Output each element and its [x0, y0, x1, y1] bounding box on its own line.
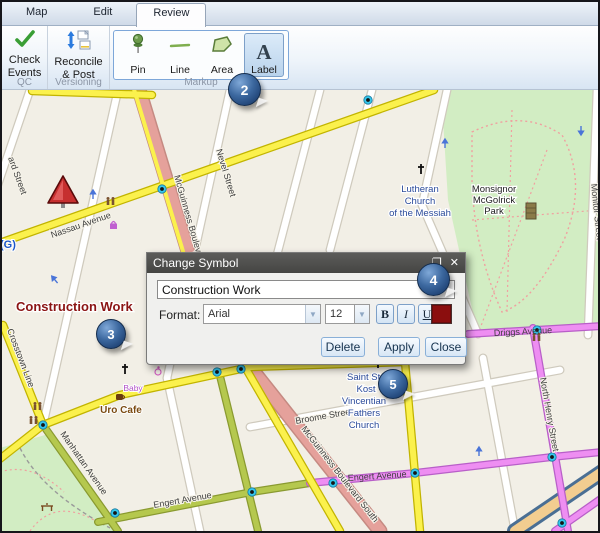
label-tool-label: Label — [251, 64, 277, 76]
reconcile-label1: Reconcile — [54, 56, 102, 68]
format-label: Format: — [159, 308, 200, 322]
chevron-down-icon[interactable]: ▼ — [355, 305, 369, 323]
line-icon — [168, 32, 192, 63]
font-size-value: 12 — [326, 308, 354, 320]
check-events-button[interactable]: Check Events — [4, 28, 46, 81]
area-tool-button[interactable]: Area — [202, 33, 242, 77]
application-window: Map Edit Review Check Events QC — [0, 0, 600, 533]
symbol-text-input[interactable] — [157, 280, 455, 299]
svg-text:(G): (G) — [2, 239, 16, 251]
color-swatch[interactable] — [431, 304, 452, 324]
svg-text:Vincentian: Vincentian — [342, 396, 386, 407]
area-polygon-icon — [210, 32, 234, 63]
callout-balloon-4: 4 — [417, 263, 450, 296]
svg-text:Lutheran: Lutheran — [401, 184, 439, 195]
bold-button[interactable]: B — [376, 304, 394, 324]
svg-text:McGolrick: McGolrick — [473, 195, 515, 206]
svg-text:Church: Church — [405, 196, 436, 207]
font-family-select[interactable]: Arial ▼ — [203, 304, 321, 324]
svg-text:ard Street: ard Street — [6, 155, 29, 196]
chevron-down-icon[interactable]: ▼ — [305, 305, 320, 323]
svg-text:North Henry Street: North Henry Street — [538, 377, 561, 453]
construction-marker-label: Construction Work — [16, 299, 134, 314]
tab-map[interactable]: Map — [10, 2, 63, 26]
svg-text:Driggs Avenue: Driggs Avenue — [494, 325, 553, 338]
markup-tool-box: Pin Line — [113, 30, 289, 80]
svg-text:Baby: Baby — [123, 383, 143, 393]
close-icon[interactable]: ✕ — [450, 258, 459, 269]
check-events-label1: Check — [9, 54, 40, 66]
apply-button[interactable]: Apply — [378, 337, 420, 357]
font-family-value: Arial — [204, 308, 305, 320]
dialog-title-bar[interactable]: Change Symbol ❐ ✕ — [147, 253, 465, 273]
ribbon-body: Check Events QC — [2, 26, 598, 90]
group-caption-qc: QC — [2, 77, 47, 88]
font-size-select[interactable]: 12 — [325, 304, 355, 324]
line-tool-label: Line — [170, 64, 190, 76]
svg-text:Fathers: Fathers — [348, 408, 380, 419]
group-markup: Pin Line — [110, 26, 292, 89]
pin-tool-button[interactable]: Pin — [118, 33, 158, 77]
tab-review[interactable]: Review — [136, 3, 206, 27]
callout-balloon-2: 2 — [228, 73, 261, 106]
close-button[interactable]: Close — [425, 337, 467, 357]
change-symbol-dialog: Change Symbol ❐ ✕ Format: Arial ▼ 12 ▼ B… — [146, 252, 466, 365]
label-a-icon: A — [256, 41, 271, 63]
green-check-icon — [14, 30, 36, 53]
area-tool-label: Area — [211, 64, 233, 76]
reconcile-post-button[interactable]: Reconcile & Post — [50, 28, 106, 83]
svg-text:Kost: Kost — [356, 384, 375, 395]
callout-balloon-3: 3 — [96, 319, 126, 349]
tab-edit[interactable]: Edit — [77, 2, 128, 26]
dialog-title: Change Symbol — [153, 256, 238, 270]
reconcile-arrows-icon — [66, 30, 92, 55]
park-building-icon — [526, 203, 536, 219]
svg-text:Monsignor: Monsignor — [472, 184, 516, 195]
pushpin-icon — [126, 32, 150, 63]
ribbon: Map Edit Review Check Events QC — [2, 2, 598, 90]
label-tool-button[interactable]: A Label — [244, 33, 284, 77]
ribbon-tabstrip: Map Edit Review — [2, 2, 598, 26]
group-caption-markup: Markup — [110, 77, 292, 88]
svg-text:Park: Park — [484, 206, 504, 217]
svg-text:Church: Church — [349, 420, 380, 431]
group-caption-versioning: Versioning — [48, 77, 109, 88]
wheelchair-icon — [155, 366, 161, 375]
svg-text:Uro Cafe: Uro Cafe — [100, 405, 142, 416]
font-size-arrow[interactable]: ▼ — [355, 304, 370, 324]
line-tool-button[interactable]: Line — [160, 33, 200, 77]
basket-icon — [110, 222, 117, 230]
svg-text:of the Messiah: of the Messiah — [389, 208, 451, 219]
svg-text:Engert Avenue: Engert Avenue — [347, 469, 406, 483]
pin-tool-label: Pin — [130, 64, 145, 76]
group-qc: Check Events QC — [2, 26, 48, 89]
svg-text:Nevel Street: Nevel Street — [214, 148, 238, 199]
delete-button[interactable]: Delete — [321, 337, 365, 357]
group-versioning: Reconcile & Post Versioning — [48, 26, 110, 89]
callout-balloon-5: 5 — [378, 369, 408, 399]
italic-button[interactable]: I — [397, 304, 415, 324]
